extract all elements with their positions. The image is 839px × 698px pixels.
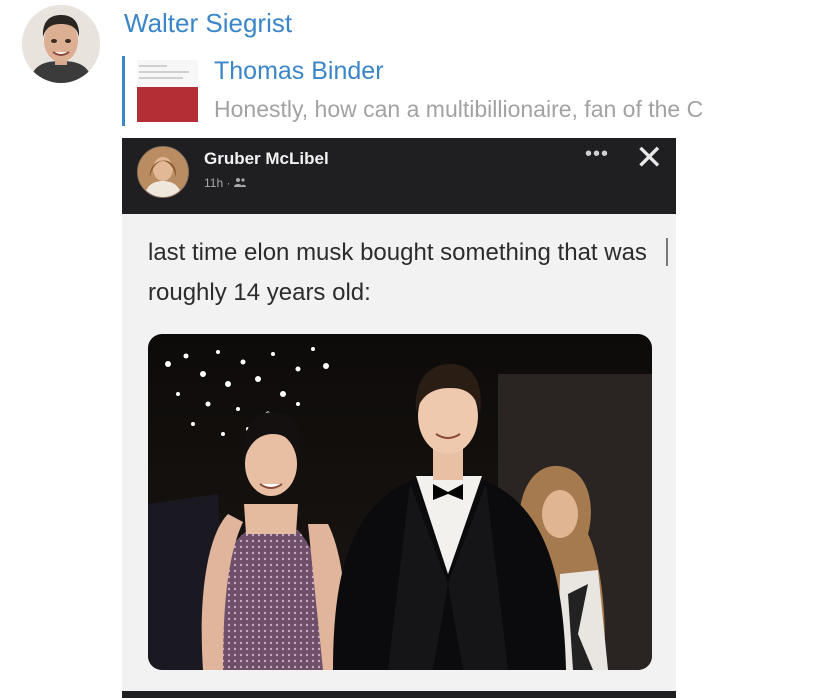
post-text: last time elon musk bought something tha…	[148, 239, 647, 306]
post-author-name[interactable]: Gruber McLibel	[204, 149, 329, 169]
reply-thumbnail[interactable]	[137, 60, 198, 122]
sender-name[interactable]: Walter Siegrist	[124, 8, 292, 39]
party-photo-icon	[148, 334, 652, 670]
thumbnail-line	[139, 77, 183, 79]
post-meta: 11h ·	[204, 176, 246, 190]
person-photo-avatar-icon	[22, 5, 100, 83]
thumbnail-image-area	[137, 87, 198, 122]
reply-preview-text[interactable]: Honestly, how can a multibillionaire, fa…	[214, 96, 703, 123]
shared-post-screenshot[interactable]: Gruber McLibel 11h · ••• ✕ last time elo…	[122, 138, 676, 698]
person-avatar-icon	[138, 147, 188, 197]
post-footer-bar	[122, 691, 676, 698]
sender-avatar[interactable]	[22, 5, 100, 83]
thumbnail-line	[139, 65, 167, 67]
separator-dot: ·	[226, 176, 234, 190]
post-time: 11h	[204, 176, 224, 190]
post-photo[interactable]	[148, 334, 652, 670]
post-header: Gruber McLibel 11h · ••• ✕	[122, 138, 676, 214]
reply-quote-bar	[122, 56, 125, 126]
post-author-avatar	[137, 146, 189, 198]
close-icon[interactable]: ✕	[635, 138, 664, 178]
text-caret	[666, 238, 668, 266]
reply-author[interactable]: Thomas Binder	[214, 57, 384, 86]
friends-icon	[233, 178, 246, 187]
more-options-icon[interactable]: •••	[585, 143, 609, 166]
thumbnail-line	[139, 71, 189, 73]
